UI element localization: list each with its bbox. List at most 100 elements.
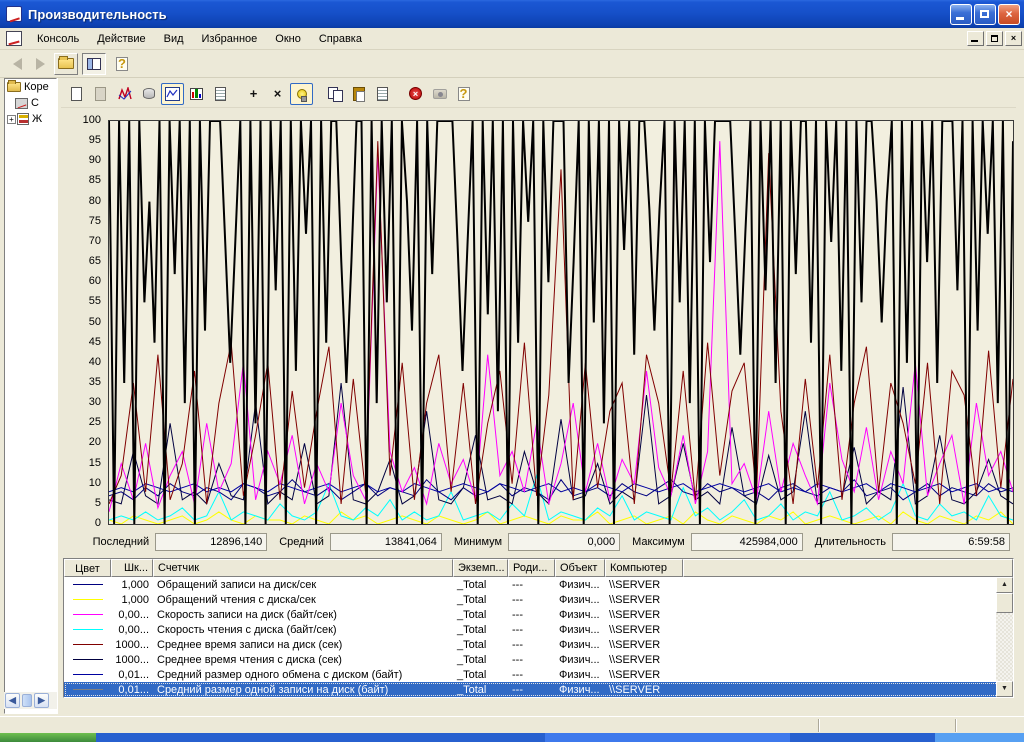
counter-row[interactable]: 1,000Обращений записи на диск/сек_Total-… <box>64 577 1013 592</box>
tree-horizontal-scrollbar[interactable]: ◀ ▶ <box>4 692 57 709</box>
system-monitor-pane: + × × ? 10095908580757065605550454035302… <box>59 78 1018 718</box>
performance-monitor-window: Производительность × Консоль Действие Ви… <box>0 0 1024 742</box>
header-object[interactable]: Объект <box>555 559 605 577</box>
restore-button[interactable] <box>974 4 996 25</box>
view-current-activity-button[interactable] <box>113 83 136 105</box>
minimize-button[interactable] <box>950 4 972 25</box>
status-bar <box>0 716 1024 733</box>
counter-row[interactable]: 1000...Среднее время записи на диск (сек… <box>64 637 1013 652</box>
menu-window[interactable]: Окно <box>266 30 310 48</box>
child-minimize-icon <box>971 40 978 42</box>
freeze-display-button[interactable]: × <box>404 83 427 105</box>
counter-row[interactable]: 0,01...Средний размер одной записи на ди… <box>64 682 1013 697</box>
view-histogram-button[interactable] <box>185 83 208 105</box>
y-axis-tick: 85 <box>61 174 101 186</box>
update-data-button[interactable] <box>428 83 451 105</box>
counter-computer: \\SERVER <box>605 609 683 621</box>
header-color[interactable]: Цвет <box>64 559 111 577</box>
view-graph-button[interactable] <box>161 83 184 105</box>
y-axis-tick: 45 <box>61 336 101 348</box>
expand-plus-icon[interactable]: + <box>7 115 16 124</box>
counter-scale: 0,00... <box>111 609 153 621</box>
header-parent[interactable]: Роди... <box>508 559 555 577</box>
scroll-left-button[interactable]: ◀ <box>5 693 20 708</box>
scroll-up-button[interactable]: ▲ <box>996 577 1013 593</box>
report-page-icon <box>215 87 226 101</box>
counter-color-swatch <box>64 689 111 690</box>
console-window-icon <box>6 31 22 46</box>
counter-row[interactable]: 1,000Обращений чтения с диска/сек_Total-… <box>64 592 1013 607</box>
y-axis-tick: 80 <box>61 195 101 207</box>
menu-view[interactable]: Вид <box>155 30 193 48</box>
copy-icon <box>328 87 342 101</box>
counter-row[interactable]: 0,01...Средний размер одного обмена с ди… <box>64 667 1013 682</box>
back-arrow-icon[interactable] <box>13 58 22 70</box>
tree-item-performance-logs[interactable]: + Ж <box>5 111 56 127</box>
menu-favorites[interactable]: Избранное <box>193 30 267 48</box>
child-minimize-button[interactable] <box>967 31 984 46</box>
menu-help[interactable]: Справка <box>310 30 371 48</box>
y-axis-tick: 100 <box>61 114 101 126</box>
counter-instance: _Total <box>453 684 508 696</box>
scroll-right-button[interactable]: ▶ <box>34 693 49 708</box>
properties-page-icon <box>377 87 388 101</box>
counter-row[interactable]: 1000...Среднее время чтения с диска (сек… <box>64 652 1013 667</box>
header-computer[interactable]: Компьютер <box>605 559 683 577</box>
counter-row[interactable]: 0,00...Скорость чтения с диска (байт/сек… <box>64 622 1013 637</box>
header-instance[interactable]: Экземп... <box>453 559 508 577</box>
database-cylinder-icon <box>143 88 155 99</box>
restore-icon <box>980 10 989 18</box>
y-axis-tick: 0 <box>61 517 101 529</box>
child-close-icon: × <box>1011 33 1016 43</box>
child-restore-icon <box>991 35 998 42</box>
clear-display-button[interactable] <box>89 83 112 105</box>
legend-vertical-scrollbar[interactable]: ▲ ▼ <box>996 577 1013 697</box>
counter-object: Физич... <box>555 669 605 681</box>
start-button-edge[interactable] <box>0 733 96 742</box>
properties-button[interactable] <box>371 83 394 105</box>
x-icon: × <box>274 86 282 101</box>
counter-row[interactable]: 0,00...Скорость записи на диск (байт/сек… <box>64 607 1013 622</box>
menu-action[interactable]: Действие <box>88 30 154 48</box>
camera-icon <box>433 89 447 99</box>
counter-scale: 0,01... <box>111 669 153 681</box>
counter-name: Среднее время чтения с диска (сек) <box>153 654 453 666</box>
y-axis-tick: 95 <box>61 134 101 146</box>
legend-scroll-thumb[interactable] <box>996 593 1013 613</box>
header-counter[interactable]: Счетчик <box>153 559 453 577</box>
copy-properties-button[interactable] <box>323 83 346 105</box>
paste-counter-list-button[interactable] <box>347 83 370 105</box>
counter-object: Физич... <box>555 609 605 621</box>
header-scale[interactable]: Шк... <box>111 559 153 577</box>
close-button[interactable]: × <box>998 4 1020 25</box>
scroll-down-button[interactable]: ▼ <box>996 681 1013 697</box>
counter-color-swatch <box>64 659 111 660</box>
highlight-button[interactable] <box>290 83 313 105</box>
tree-item-console-root[interactable]: Коре <box>5 79 56 95</box>
add-counter-button[interactable]: + <box>242 83 265 105</box>
new-counter-set-button[interactable] <box>65 83 88 105</box>
show-console-tree-button[interactable] <box>82 53 106 75</box>
counter-name: Средний размер одного обмена с диском (б… <box>153 669 453 681</box>
tree-item-system-monitor[interactable]: С <box>5 95 56 111</box>
counter-color-swatch <box>64 614 111 615</box>
view-log-data-button[interactable] <box>137 83 160 105</box>
forward-arrow-icon[interactable] <box>36 58 45 70</box>
child-close-button[interactable]: × <box>1005 31 1022 46</box>
up-one-level-button[interactable] <box>54 53 78 75</box>
delete-counter-button[interactable]: × <box>266 83 289 105</box>
header-filler <box>683 559 1013 577</box>
sysmon-help-button[interactable]: ? <box>452 83 475 105</box>
counter-instance: _Total <box>453 639 508 651</box>
counter-scale: 1,000 <box>111 594 153 606</box>
view-report-button[interactable] <box>209 83 232 105</box>
scroll-thumb[interactable] <box>22 694 32 707</box>
close-icon: × <box>1005 7 1012 21</box>
menu-console[interactable]: Консоль <box>28 30 88 48</box>
counter-instance: _Total <box>453 654 508 666</box>
child-restore-button[interactable] <box>986 31 1003 46</box>
plus-icon: + <box>250 86 258 101</box>
logs-alerts-icon <box>17 113 29 125</box>
counter-computer: \\SERVER <box>605 594 683 606</box>
mmc-help-button[interactable]: ? <box>110 53 134 75</box>
